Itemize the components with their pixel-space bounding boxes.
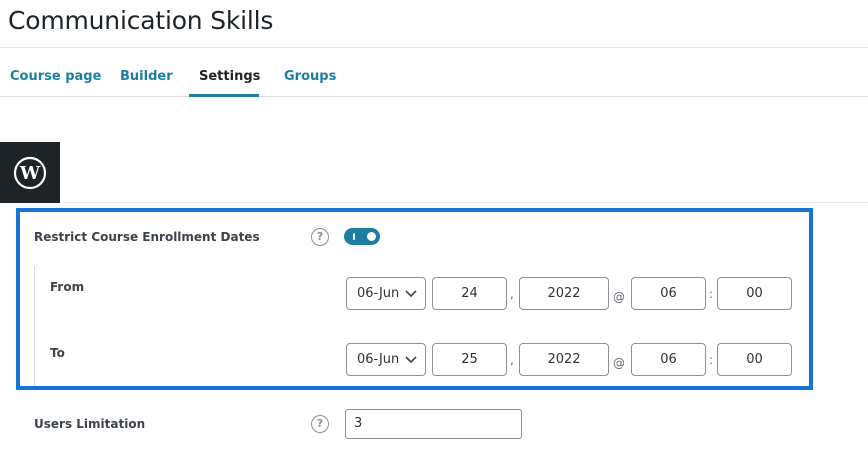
users-limitation-label: Users Limitation xyxy=(34,417,146,431)
tab-bar: Course page Builder Settings Groups xyxy=(0,48,868,97)
from-month-value: 06-Jun xyxy=(357,286,400,301)
svg-text:W: W xyxy=(19,163,41,184)
tab-settings[interactable]: Settings xyxy=(199,69,260,84)
tab-groups[interactable]: Groups xyxy=(284,69,336,84)
at-separator: @ xyxy=(613,356,625,370)
to-month-select[interactable]: 06-Jun xyxy=(346,343,426,376)
tab-course-page[interactable]: Course page xyxy=(10,69,101,84)
comma-separator: , xyxy=(510,287,514,301)
restrict-enrollment-toggle[interactable] xyxy=(344,228,380,245)
wordpress-icon: W xyxy=(13,156,47,189)
nested-divider xyxy=(34,266,35,386)
from-minute-input[interactable]: 00 xyxy=(717,277,792,310)
from-hour-input[interactable]: 06 xyxy=(631,277,706,310)
to-hour-input[interactable]: 06 xyxy=(631,343,706,376)
colon-separator: : xyxy=(709,353,714,367)
restrict-enrollment-label: Restrict Course Enrollment Dates xyxy=(34,230,260,244)
help-icon[interactable]: ? xyxy=(311,415,329,433)
to-year-input[interactable]: 2022 xyxy=(519,343,609,376)
page-title: Communication Skills xyxy=(8,6,274,35)
to-month-value: 06-Jun xyxy=(357,352,400,367)
comma-separator: , xyxy=(510,353,514,367)
from-label: From xyxy=(50,280,85,294)
help-icon[interactable]: ? xyxy=(311,228,329,246)
colon-separator: : xyxy=(709,287,714,301)
to-label: To xyxy=(50,346,65,360)
from-month-select[interactable]: 06-Jun xyxy=(346,277,426,310)
chevron-down-icon xyxy=(405,290,417,298)
to-minute-input[interactable]: 00 xyxy=(717,343,792,376)
from-year-input[interactable]: 2022 xyxy=(519,277,609,310)
tab-builder[interactable]: Builder xyxy=(120,69,173,84)
active-tab-indicator xyxy=(189,94,259,97)
to-day-input[interactable]: 25 xyxy=(432,343,507,376)
from-day-input[interactable]: 24 xyxy=(432,277,507,310)
at-separator: @ xyxy=(613,290,625,304)
wordpress-logo-icon[interactable]: W xyxy=(0,142,60,203)
users-limitation-input[interactable]: 3 xyxy=(345,409,522,439)
chevron-down-icon xyxy=(405,356,417,364)
divider xyxy=(60,202,868,203)
